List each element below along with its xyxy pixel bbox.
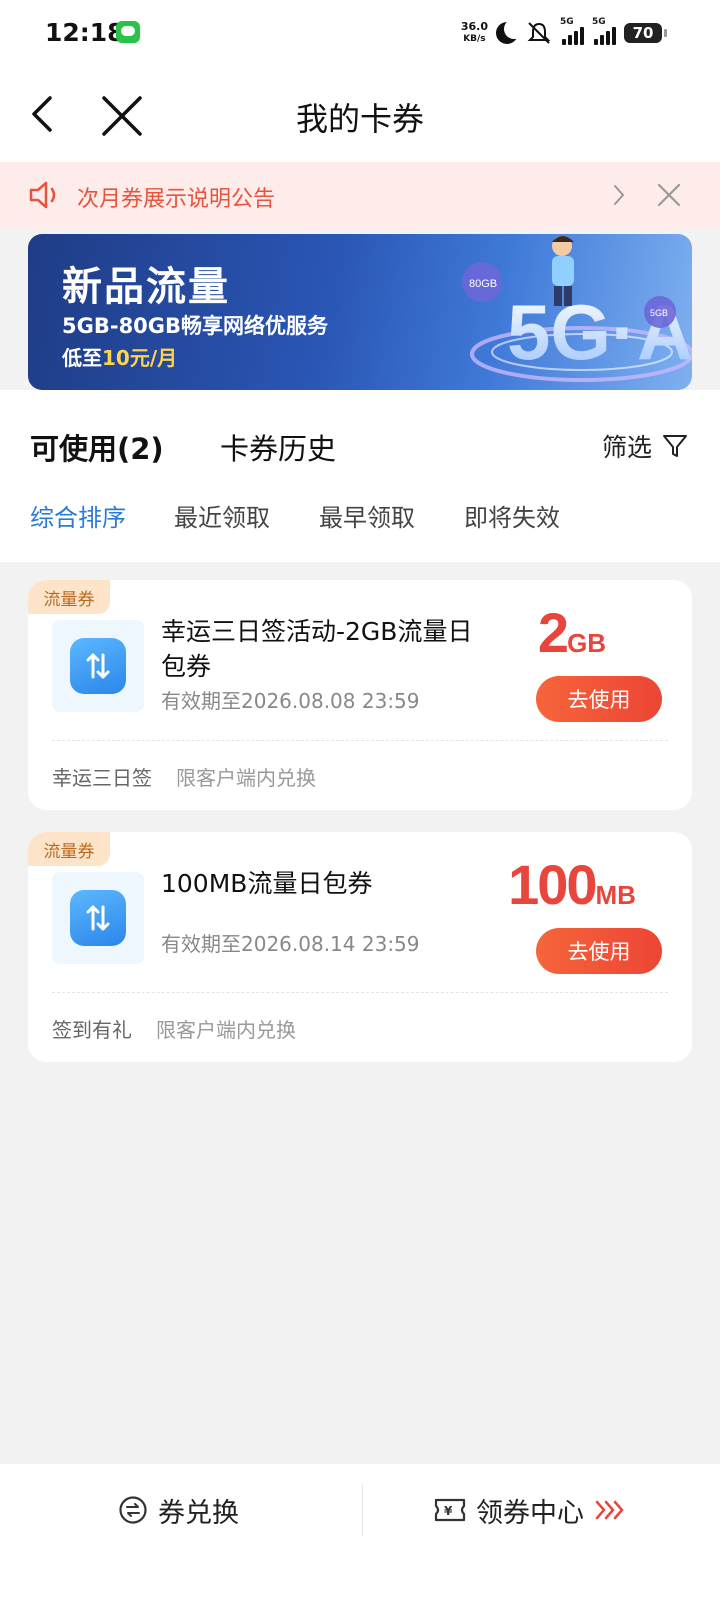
filter-icon: [663, 435, 688, 457]
chevron-right-icon[interactable]: [612, 182, 626, 208]
signal-icon-2: 5G: [592, 17, 616, 45]
mute-icon: [527, 22, 551, 44]
status-icons: 36.0 KB/s 5G 5G 70: [460, 17, 667, 48]
coupon-footer: 签到有礼 限客户端内兑换: [52, 1014, 296, 1043]
use-button[interactable]: 去使用: [536, 676, 662, 722]
notice-close-icon[interactable]: [656, 182, 682, 208]
message-notification-icon: [116, 21, 140, 43]
battery-icon: 70: [624, 23, 667, 43]
exchange-icon: [119, 1496, 147, 1524]
bottom-bar: 券兑换 ¥ 领券中心: [0, 1464, 720, 1600]
banner-subtitle: 5GB-80GB畅享网络优服务: [62, 314, 329, 338]
coupon-icon-box: [52, 620, 144, 712]
header: 我的卡券: [0, 66, 720, 162]
coupon-tabs: 可使用(2) 卡券历史 筛选 综合排序 最近领取 最早领取 即将失效: [0, 390, 720, 562]
tab-history[interactable]: 卡券历史: [220, 426, 336, 468]
use-button[interactable]: 去使用: [536, 928, 662, 974]
status-bar: 12:18 36.0 KB/s 5G 5G 70: [0, 0, 720, 66]
banner-price: 低至10元/月: [62, 346, 178, 370]
svg-text:5GB: 5GB: [650, 308, 668, 318]
ticket-icon: ¥: [434, 1498, 466, 1522]
coupon-validity: 有效期至2026.08.08 23:59: [161, 689, 420, 713]
sort-earliest[interactable]: 最早领取: [319, 498, 415, 533]
banner-title: 新品流量: [62, 264, 230, 310]
exchange-button[interactable]: 券兑换: [118, 1488, 239, 1532]
promo-banner[interactable]: 新品流量 5GB-80GB畅享网络优服务 低至10元/月 5G·A 80GB 5…: [28, 234, 692, 390]
do-not-disturb-icon: [496, 19, 524, 44]
status-time: 12:18: [45, 18, 125, 47]
coupon-footer: 幸运三日签 限客户端内兑换: [52, 762, 316, 791]
tab-available[interactable]: 可使用(2): [30, 426, 164, 468]
coupon-card[interactable]: 流量券 幸运三日签活动-2GB流量日包券 有效期至2026.08.08 23:5…: [28, 580, 692, 810]
coupon-source: 签到有礼: [52, 1018, 132, 1042]
divider: [52, 740, 668, 741]
coupon-source: 幸运三日签: [52, 766, 152, 790]
divider: [52, 992, 668, 993]
coupon-tag: 流量券: [28, 580, 110, 614]
sort-comprehensive[interactable]: 综合排序: [30, 498, 126, 533]
coupon-validity: 有效期至2026.08.14 23:59: [161, 932, 420, 956]
banner-5g-illustration: 5G·A 80GB 5GB: [462, 236, 692, 382]
coupon-amount: 2GB: [537, 601, 607, 664]
coupon-name: 幸运三日签活动-2GB流量日包券: [161, 617, 473, 681]
sort-recent[interactable]: 最近领取: [174, 498, 270, 533]
data-transfer-icon: [70, 890, 126, 946]
coupon-card[interactable]: 流量券 100MB流量日包券 有效期至2026.08.14 23:59 100M…: [28, 832, 692, 1062]
coupon-amount: 100MB: [508, 853, 636, 916]
filter-button[interactable]: 筛选: [602, 428, 688, 464]
network-speed: 36.0 KB/s: [460, 20, 488, 45]
coupon-limit: 限客户端内兑换: [176, 766, 316, 790]
coupon-center-button[interactable]: ¥ 领券中心: [434, 1488, 624, 1532]
notice-bar[interactable]: 次月券展示说明公告: [0, 162, 720, 230]
notice-text[interactable]: 次月券展示说明公告: [77, 181, 275, 213]
svg-text:¥: ¥: [444, 1504, 453, 1518]
coupon-limit: 限客户端内兑换: [156, 1018, 296, 1042]
signal-icon-1: 5G: [560, 17, 584, 45]
bottom-divider: [362, 1484, 363, 1536]
svg-text:80GB: 80GB: [469, 278, 497, 290]
coupon-name: 100MB流量日包券: [161, 869, 373, 898]
page-title: 我的卡券: [295, 100, 424, 138]
coupon-tag: 流量券: [28, 832, 110, 866]
speaker-icon: [29, 181, 56, 209]
data-transfer-icon: [70, 638, 126, 694]
sort-expiring[interactable]: 即将失效: [464, 498, 560, 533]
coupon-icon-box: [52, 872, 144, 964]
triple-chevron-icon: [595, 1500, 624, 1520]
